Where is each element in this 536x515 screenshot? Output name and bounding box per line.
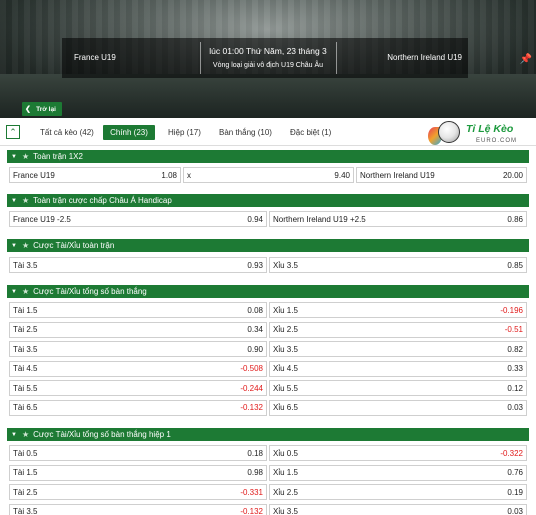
odds-cell[interactable]: Tài 4.5 -0.508 <box>9 360 267 377</box>
pin-icon[interactable]: 📌 <box>519 54 533 68</box>
tab-special[interactable]: Đặc biệt (1) <box>290 125 340 140</box>
section-header-handicap[interactable]: ▼ ★ Toàn trận cược chấp Châu Á Handicap <box>7 194 529 207</box>
odds-cell[interactable]: Tài 3.5 0.93 <box>9 257 267 273</box>
collapse-all-button[interactable]: ⌃ <box>6 125 20 139</box>
odds-cell[interactable]: Xỉu 3.5 0.03 <box>269 503 527 515</box>
odds-cell[interactable]: Xỉu 0.5 -0.322 <box>269 445 527 461</box>
odds-cell[interactable]: Tài 2.5 -0.331 <box>9 484 267 500</box>
odds-cell[interactable]: Xỉu 2.5 0.19 <box>269 484 527 500</box>
odds-cell[interactable]: Xỉu 3.5 0.82 <box>269 341 527 357</box>
section-header-first-half-goals[interactable]: ▼ ★ Cược Tài/Xỉu tổng số bàn thắng hiệp … <box>7 428 529 441</box>
odds-cell[interactable]: Xỉu 1.5 -0.196 <box>269 302 527 318</box>
away-team-name: Northern Ireland U19 <box>387 53 462 62</box>
star-icon[interactable]: ★ <box>22 196 29 205</box>
odds-cell[interactable]: Tài 5.5 -0.244 <box>9 380 267 396</box>
odds-cell[interactable]: Northern Ireland U19 +2.5 0.86 <box>269 211 527 227</box>
star-icon[interactable]: ★ <box>22 152 29 161</box>
star-icon[interactable]: ★ <box>22 287 29 296</box>
tab-goals[interactable]: Bàn thắng (10) <box>219 125 275 140</box>
odds-cell[interactable]: France U19 -2.5 0.94 <box>9 211 267 227</box>
odds-cell[interactable]: Xỉu 1.5 0.76 <box>269 464 527 481</box>
kickoff-time: lúc 01:00 Thứ Năm, 23 tháng 3 <box>209 46 327 56</box>
star-icon[interactable]: ★ <box>22 241 29 250</box>
odds-cell[interactable]: Xỉu 2.5 -0.51 <box>269 321 527 338</box>
odds-cell[interactable]: Tài 3.5 0.90 <box>9 341 267 357</box>
collapse-arrow-icon: ▼ <box>11 288 17 295</box>
home-team-name: France U19 <box>74 53 116 62</box>
tab-all[interactable]: Tất cả kèo (42) <box>40 125 96 140</box>
odds-cell[interactable]: Tài 6.5 -0.132 <box>9 399 267 416</box>
logo-sub-text: EURO.COM <box>476 138 517 144</box>
back-button[interactable]: ❮ Trở lại <box>22 102 62 116</box>
match-center-info: lúc 01:00 Thứ Năm, 23 tháng 3 Vòng loại … <box>200 46 336 69</box>
collapse-arrow-icon: ▼ <box>11 431 17 438</box>
odds-cell[interactable]: Tài 0.5 0.18 <box>9 445 267 461</box>
odds-cell[interactable]: Tài 2.5 0.34 <box>9 321 267 338</box>
odds-cell[interactable]: Northern Ireland U19 20.00 <box>356 167 527 183</box>
soccer-ball-icon <box>438 121 460 143</box>
star-icon[interactable]: ★ <box>22 430 29 439</box>
collapse-arrow-icon: ▼ <box>11 153 17 160</box>
section-header-1x2[interactable]: ▼ ★ Toàn trận 1X2 <box>7 150 529 163</box>
odds-cell[interactable]: Xỉu 4.5 0.33 <box>269 360 527 377</box>
collapse-arrow-icon: ▼ <box>11 242 17 249</box>
odds-cell[interactable]: France U19 1.08 <box>9 167 181 183</box>
odds-cell[interactable]: Xỉu 6.5 0.03 <box>269 399 527 416</box>
odds-cell[interactable]: Tài 3.5 -0.132 <box>9 503 267 515</box>
chevron-left-icon: ❮ <box>25 106 31 113</box>
odds-cell[interactable]: Tài 1.5 0.98 <box>9 464 267 481</box>
odds-cell[interactable]: x 9.40 <box>183 167 354 183</box>
tab-main[interactable]: Chính (23) <box>103 125 155 140</box>
site-logo[interactable]: Tỉ Lệ Kèo EURO.COM <box>428 121 532 151</box>
league-name: Vòng loại giải vô địch U19 Châu Âu <box>212 62 324 69</box>
odds-cell[interactable]: Xỉu 5.5 0.12 <box>269 380 527 396</box>
odds-cell[interactable]: Tài 1.5 0.08 <box>9 302 267 318</box>
logo-brand-text: Tỉ Lệ Kèo <box>466 123 514 135</box>
double-chevron-up-icon: ⌃ <box>9 126 17 137</box>
section-header-over-under[interactable]: ▼ ★ Cược Tài/Xỉu toàn trận <box>7 239 529 252</box>
collapse-arrow-icon: ▼ <box>11 197 17 204</box>
tab-half[interactable]: Hiệp (17) <box>168 125 204 140</box>
section-header-total-goals[interactable]: ▼ ★ Cược Tài/Xỉu tổng số bàn thắng <box>7 285 529 298</box>
odds-cell[interactable]: Xỉu 3.5 0.85 <box>269 257 527 273</box>
